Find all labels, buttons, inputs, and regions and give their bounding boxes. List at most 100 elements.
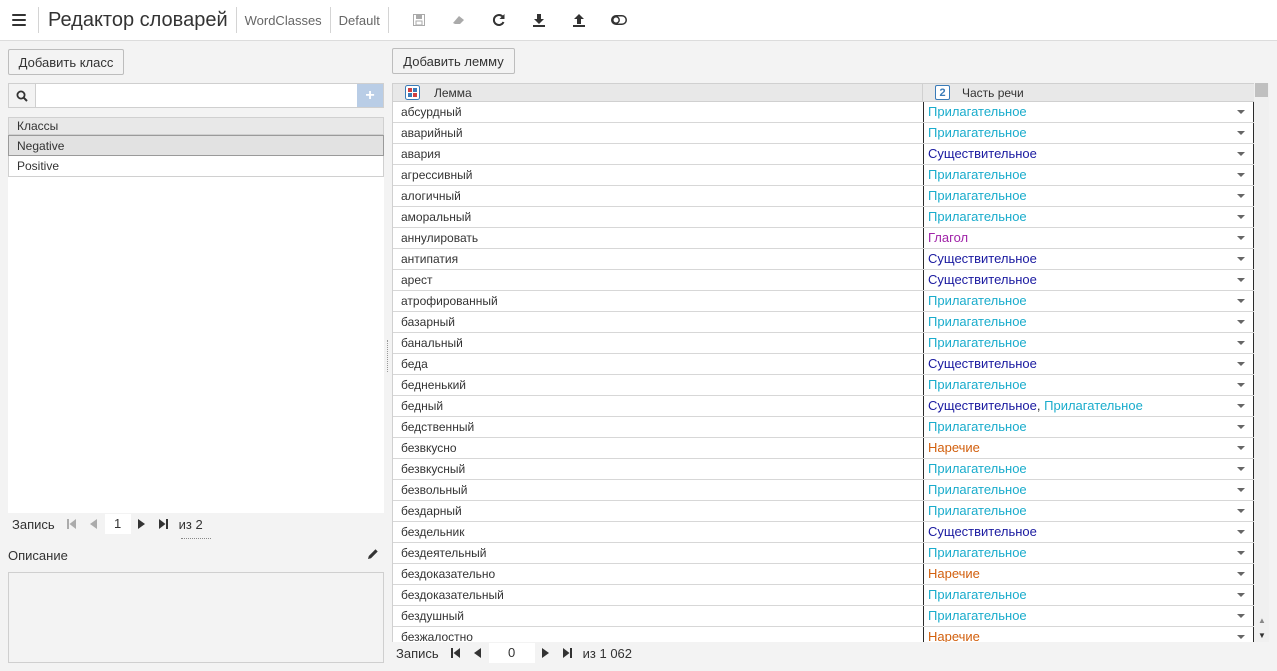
last-page-button[interactable] (153, 514, 175, 534)
chevron-down-icon[interactable] (1237, 131, 1245, 135)
pos-dropdown[interactable]: Прилагательное (923, 501, 1254, 521)
pos-dropdown[interactable]: Прилагательное (923, 312, 1254, 332)
column-header-pos[interactable]: 2 Часть речи (923, 84, 1254, 101)
chevron-down-icon[interactable] (1237, 362, 1245, 366)
next-page-button[interactable] (535, 643, 557, 663)
chevron-down-icon[interactable] (1237, 572, 1245, 576)
page-number[interactable]: 0 (488, 643, 535, 663)
panel-splitter[interactable] (387, 340, 389, 372)
table-row[interactable]: бездушный Прилагательное (393, 606, 1254, 627)
lemma-cell[interactable]: бездоказательно (393, 564, 923, 584)
table-row[interactable]: беда Существительное (393, 354, 1254, 375)
lemma-cell[interactable]: бедственный (393, 417, 923, 437)
table-row[interactable]: безвкусно Наречие (393, 438, 1254, 459)
table-row[interactable]: базарный Прилагательное (393, 312, 1254, 333)
table-row[interactable]: аварийный Прилагательное (393, 123, 1254, 144)
table-row[interactable]: авария Существительное (393, 144, 1254, 165)
lemma-cell[interactable]: бездоказательный (393, 585, 923, 605)
chevron-down-icon[interactable] (1237, 446, 1245, 450)
refresh-button[interactable] (479, 0, 519, 41)
lemma-cell[interactable]: беда (393, 354, 923, 374)
lemma-cell[interactable]: бедный (393, 396, 923, 416)
pos-dropdown[interactable]: Прилагательное (923, 291, 1254, 311)
pos-dropdown[interactable]: Прилагательное (923, 480, 1254, 500)
scroll-up-icon[interactable]: ▲ (1258, 616, 1266, 625)
table-row[interactable]: безвкусный Прилагательное (393, 459, 1254, 480)
table-row[interactable]: атрофированный Прилагательное (393, 291, 1254, 312)
pos-dropdown[interactable]: Существительное (923, 354, 1254, 374)
chevron-down-icon[interactable] (1237, 299, 1245, 303)
chevron-down-icon[interactable] (1237, 341, 1245, 345)
lemma-cell[interactable]: бездеятельный (393, 543, 923, 563)
lemma-cell[interactable]: безжалостно (393, 627, 923, 642)
table-row[interactable]: агрессивный Прилагательное (393, 165, 1254, 186)
lemma-cell[interactable]: бездельник (393, 522, 923, 542)
pos-dropdown[interactable]: Прилагательное (923, 543, 1254, 563)
pos-dropdown[interactable]: Наречие (923, 564, 1254, 584)
column-header-lemma[interactable]: Лемма (393, 84, 923, 101)
lemma-cell[interactable]: банальный (393, 333, 923, 353)
toggle-button[interactable] (599, 0, 639, 41)
pos-dropdown[interactable]: Прилагательное (923, 123, 1254, 143)
chevron-down-icon[interactable] (1237, 383, 1245, 387)
chevron-down-icon[interactable] (1237, 614, 1245, 618)
table-row[interactable]: бедственный Прилагательное (393, 417, 1254, 438)
pos-dropdown[interactable]: Существительное (923, 249, 1254, 269)
chevron-down-icon[interactable] (1237, 257, 1245, 261)
table-row[interactable]: безжалостно Наречие (393, 627, 1254, 642)
chevron-down-icon[interactable] (1237, 110, 1245, 114)
description-box[interactable] (8, 572, 384, 663)
chevron-down-icon[interactable] (1237, 467, 1245, 471)
search-button[interactable] (9, 84, 36, 107)
menu-button[interactable] (0, 0, 38, 41)
pos-dropdown[interactable]: Прилагательное (923, 186, 1254, 206)
lemma-cell[interactable]: безвольный (393, 480, 923, 500)
lemma-cell[interactable]: бездушный (393, 606, 923, 626)
lemma-cell[interactable]: антипатия (393, 249, 923, 269)
grid-scrollbar[interactable] (1254, 83, 1269, 642)
first-page-button[interactable] (61, 514, 83, 534)
table-row[interactable]: бедненький Прилагательное (393, 375, 1254, 396)
pos-dropdown[interactable]: Прилагательное (923, 207, 1254, 227)
lemma-cell[interactable]: атрофированный (393, 291, 923, 311)
pos-dropdown[interactable]: Прилагательное (923, 459, 1254, 479)
pos-dropdown[interactable]: Прилагательное (923, 606, 1254, 626)
pos-dropdown[interactable]: Наречие (923, 438, 1254, 458)
lemma-cell[interactable]: бездарный (393, 501, 923, 521)
pos-dropdown[interactable]: Существительное (923, 144, 1254, 164)
table-row[interactable]: безвольный Прилагательное (393, 480, 1254, 501)
table-row[interactable]: антипатия Существительное (393, 249, 1254, 270)
chevron-down-icon[interactable] (1237, 152, 1245, 156)
pos-dropdown[interactable]: Прилагательное (923, 375, 1254, 395)
table-row[interactable]: бездоказательно Наречие (393, 564, 1254, 585)
scrollbar-thumb[interactable] (1255, 83, 1268, 97)
page-number[interactable]: 1 (104, 514, 131, 534)
scroll-down-icon[interactable]: ▼ (1258, 631, 1266, 640)
search-input[interactable] (36, 84, 357, 107)
chevron-down-icon[interactable] (1237, 278, 1245, 282)
class-item-positive[interactable]: Positive (8, 156, 384, 177)
lemma-cell[interactable]: безвкусный (393, 459, 923, 479)
chevron-down-icon[interactable] (1237, 236, 1245, 240)
add-class-button[interactable]: Добавить класс (8, 49, 124, 75)
table-row[interactable]: аморальный Прилагательное (393, 207, 1254, 228)
first-page-button[interactable] (445, 643, 467, 663)
edit-description-button[interactable] (367, 548, 379, 563)
table-row[interactable]: аннулировать Глагол (393, 228, 1254, 249)
save-button[interactable] (399, 0, 439, 41)
download-button[interactable] (519, 0, 559, 41)
clear-button[interactable] (439, 0, 479, 41)
lemma-cell[interactable]: безвкусно (393, 438, 923, 458)
table-row[interactable]: алогичный Прилагательное (393, 186, 1254, 207)
table-row[interactable]: бездеятельный Прилагательное (393, 543, 1254, 564)
class-item-negative[interactable]: Negative (8, 135, 384, 156)
pos-dropdown[interactable]: Наречие (923, 627, 1254, 642)
table-row[interactable]: арест Существительное (393, 270, 1254, 291)
lemma-cell[interactable]: аморальный (393, 207, 923, 227)
pos-dropdown[interactable]: Прилагательное (923, 102, 1254, 122)
pos-dropdown[interactable]: Существительное, Прилагательное (923, 396, 1254, 416)
chevron-down-icon[interactable] (1237, 173, 1245, 177)
chevron-down-icon[interactable] (1237, 215, 1245, 219)
chevron-down-icon[interactable] (1237, 551, 1245, 555)
chevron-down-icon[interactable] (1237, 194, 1245, 198)
